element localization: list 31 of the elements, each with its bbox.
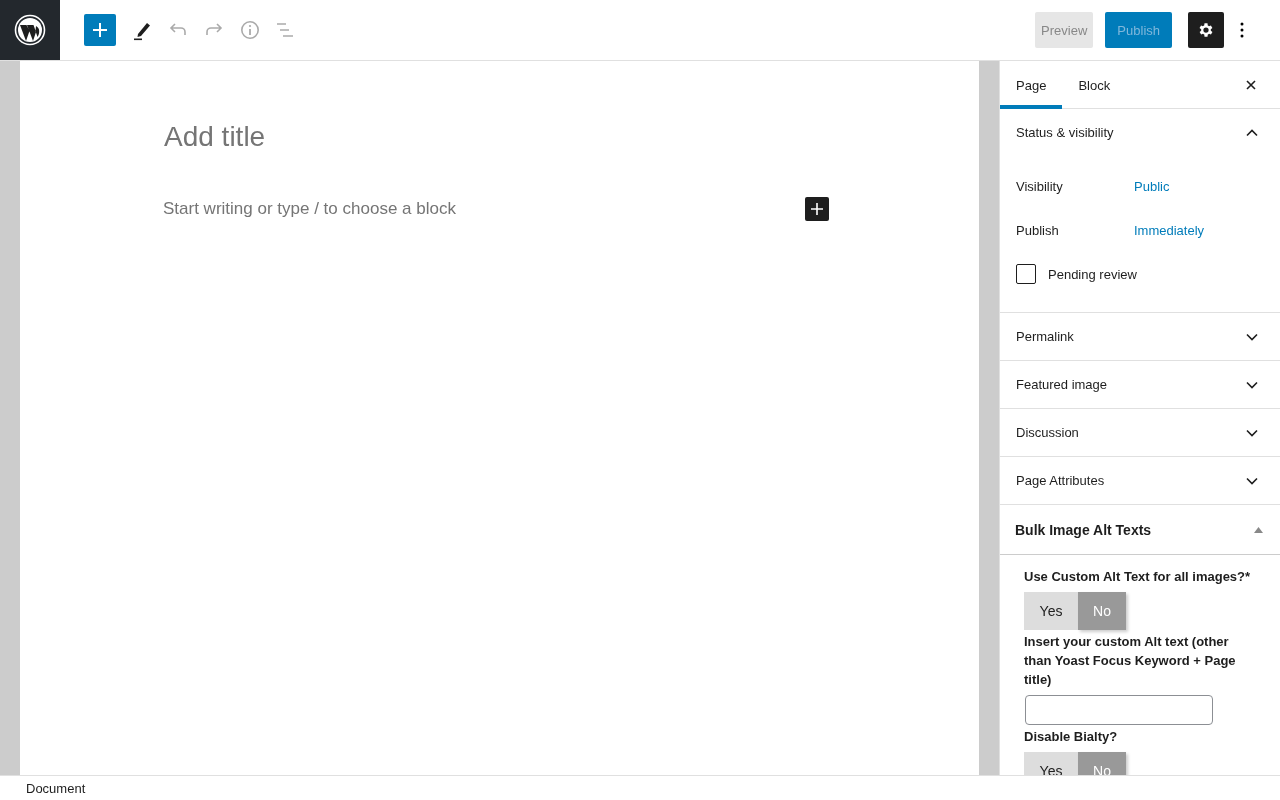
more-icon [1240, 22, 1244, 38]
breadcrumb-label[interactable]: Document [26, 780, 86, 796]
field-label: Use Custom Alt Text for all images?* [1024, 568, 1252, 586]
panel-header[interactable]: Discussion [1000, 409, 1280, 456]
row-label: Publish [1016, 222, 1060, 238]
field-label: Insert your custom Alt text (other than Yoast Focus Keyword + Page title) [1024, 633, 1237, 689]
panel-title: Bulk Image Alt Texts [1015, 521, 1152, 538]
plus-icon [810, 202, 824, 216]
panel-header[interactable]: Permalink [1000, 313, 1280, 360]
close-icon[interactable] [1244, 77, 1258, 92]
text-field[interactable] [1025, 695, 1213, 725]
settings-icon [1197, 21, 1215, 39]
wordpress-logo[interactable] [0, 0, 60, 60]
value-link[interactable]: Public [1134, 178, 1170, 194]
settings-button[interactable] [1188, 12, 1224, 48]
panel-header[interactable]: Page Attributes [1000, 457, 1280, 504]
add-block-button[interactable] [805, 197, 829, 221]
checkbox[interactable] [1016, 264, 1036, 284]
field-label: Disable Bialty? [1024, 728, 1119, 746]
toggle-option[interactable]: Yes [1024, 592, 1078, 630]
info-icon[interactable] [240, 20, 260, 40]
panel-header[interactable]: Featured image [1000, 361, 1280, 408]
value-link[interactable]: Immediately [1134, 222, 1205, 238]
panel-header[interactable]: Status & visibility [1000, 109, 1280, 156]
row-label: Visibility [1016, 178, 1064, 194]
triangle-up-icon[interactable] [1254, 526, 1263, 533]
sidebar-tab[interactable]: Page [1000, 61, 1063, 109]
wordpress-icon [14, 14, 46, 46]
sidebar-tab[interactable]: Block [1062, 61, 1127, 109]
plus-icon [92, 22, 108, 38]
checkbox-label: Pending review [1048, 266, 1137, 282]
